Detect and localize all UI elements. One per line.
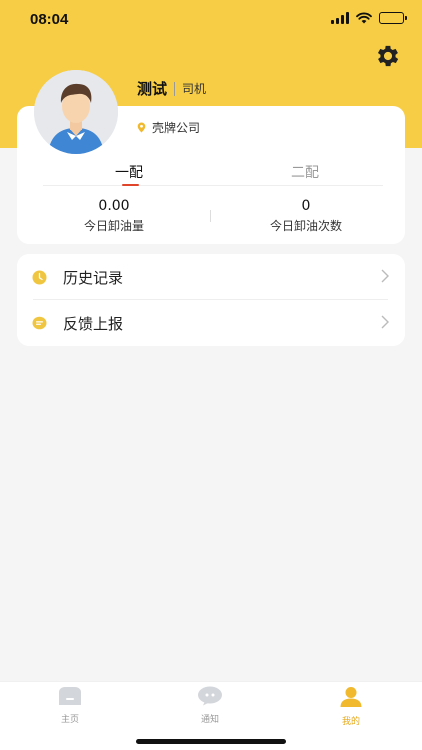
status-icons bbox=[331, 12, 407, 24]
battery-icon bbox=[379, 12, 407, 24]
chat-icon bbox=[198, 686, 222, 706]
signal-icon bbox=[331, 12, 349, 24]
user-name: 测试 bbox=[137, 80, 168, 98]
tabbar-label: 通知 bbox=[200, 715, 219, 725]
user-role: 司机 bbox=[182, 82, 207, 96]
menu-label: 反馈上报 bbox=[63, 315, 124, 333]
stat-value: 0 bbox=[301, 198, 311, 214]
avatar[interactable] bbox=[34, 70, 118, 154]
menu-item-feedback[interactable]: 反馈上报 bbox=[17, 300, 405, 346]
menu-item-history[interactable]: 历史记录 bbox=[17, 254, 405, 300]
tabbar-label: 主页 bbox=[60, 715, 79, 725]
home-indicator bbox=[136, 739, 286, 744]
chevron-right-icon bbox=[381, 315, 389, 329]
chevron-right-icon bbox=[381, 269, 389, 283]
avatar-image bbox=[34, 70, 118, 154]
company-row: 壳牌公司 bbox=[137, 119, 200, 136]
status-bar: 08:04 bbox=[0, 0, 422, 40]
stat-value: 0.00 bbox=[98, 198, 130, 214]
clock-icon bbox=[32, 270, 47, 285]
person-icon bbox=[340, 687, 362, 707]
feedback-icon bbox=[32, 316, 47, 330]
stat-label: 今日卸油量 bbox=[83, 219, 144, 233]
tab-bar: 一配 二配 bbox=[43, 162, 383, 186]
settings-gear-icon[interactable] bbox=[374, 42, 402, 70]
tabbar-home[interactable]: 主页 bbox=[40, 686, 100, 725]
stat-divider bbox=[210, 210, 211, 222]
active-tab-indicator bbox=[122, 184, 139, 186]
status-time: 08:04 bbox=[30, 11, 69, 28]
location-pin-icon bbox=[137, 122, 146, 133]
tabbar-label: 我的 bbox=[341, 717, 360, 727]
tabbar-notifications[interactable]: 通知 bbox=[180, 686, 240, 725]
stat-label: 今日卸油次数 bbox=[269, 219, 342, 233]
stat-unload-volume: 0.00 今日卸油量 bbox=[54, 198, 174, 234]
menu-label: 历史记录 bbox=[63, 269, 124, 287]
menu-card: 历史记录 反馈上报 bbox=[17, 254, 405, 346]
stat-unload-count: 0 今日卸油次数 bbox=[246, 198, 366, 234]
tabbar-mine[interactable]: 我的 bbox=[321, 686, 381, 727]
wifi-icon bbox=[356, 12, 372, 24]
tab-first-delivery[interactable]: 一配 bbox=[115, 162, 143, 182]
company-name: 壳牌公司 bbox=[152, 121, 201, 135]
name-row: 测试 司机 bbox=[137, 78, 206, 99]
home-icon bbox=[59, 687, 81, 705]
name-divider bbox=[174, 81, 176, 96]
tab-second-delivery[interactable]: 二配 bbox=[291, 162, 319, 182]
